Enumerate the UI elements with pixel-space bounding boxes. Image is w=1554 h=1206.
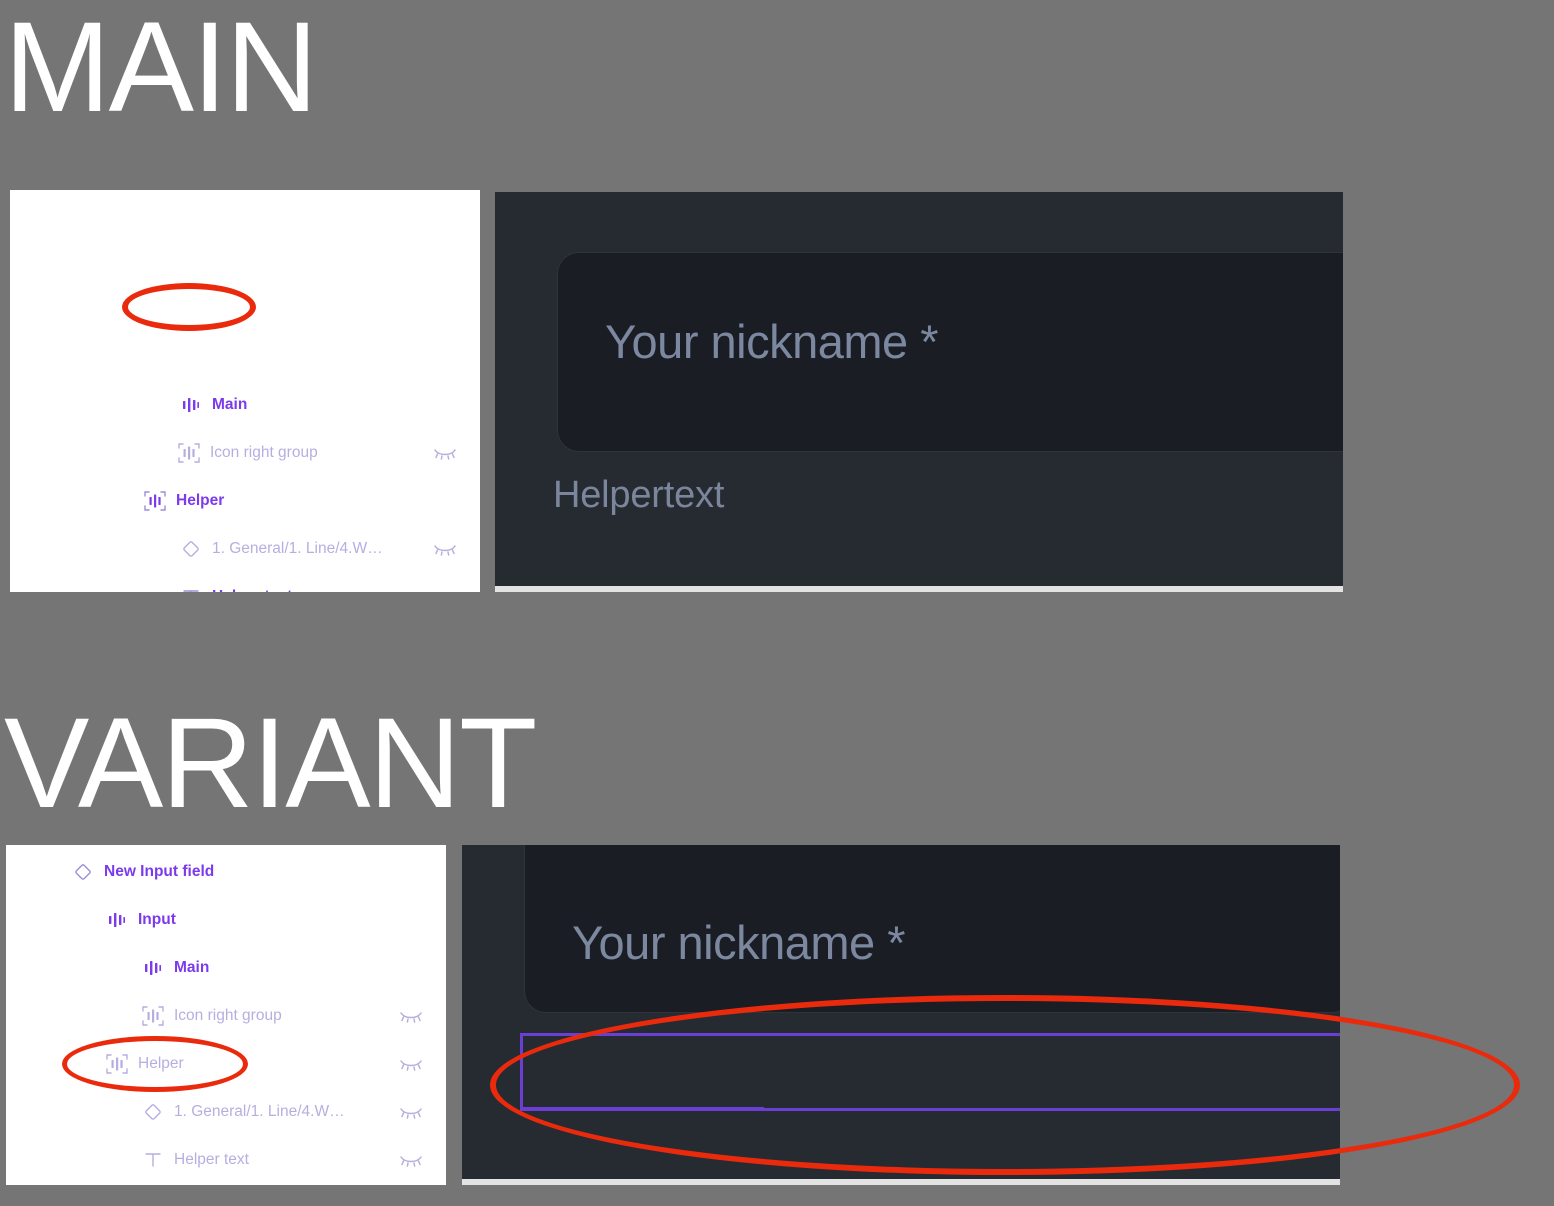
- design-preview-main[interactable]: Your nickname * Helpertext: [495, 192, 1343, 592]
- layer-tree-panel-main[interactable]: Main Icon right group Helper 1. General/…: [10, 190, 480, 592]
- layer-row-new-input-field[interactable]: New Input field: [6, 855, 446, 889]
- section-title-main: MAIN: [4, 0, 318, 139]
- eye-hidden-icon[interactable]: [398, 1007, 424, 1025]
- layer-tree-main: Main Icon right group Helper 1. General/…: [10, 190, 480, 592]
- section-title-variant: VARIANT: [4, 692, 537, 835]
- eye-hidden-icon[interactable]: [398, 1103, 424, 1121]
- layer-row-label: 1. General/1. Line/4.W…: [174, 1103, 345, 1121]
- component-frame-icon: [142, 490, 168, 512]
- layer-row-main-variant[interactable]: Main: [6, 951, 446, 985]
- layer-row-helper-text[interactable]: Helper text: [10, 580, 480, 592]
- layer-row-label: Helper text: [212, 589, 292, 592]
- eye-hidden-icon[interactable]: [432, 444, 458, 462]
- design-preview-variant[interactable]: Your nickname *: [462, 845, 1340, 1185]
- layer-row-label: Helper: [138, 1055, 184, 1073]
- nickname-placeholder-variant: Your nickname *: [572, 916, 906, 969]
- layer-row-label: Icon right group: [210, 444, 318, 462]
- helper-selection-underline: [520, 1107, 764, 1110]
- layer-row-general-line-w[interactable]: 1. General/1. Line/4.W…: [10, 532, 480, 566]
- helper-selection-outline[interactable]: [520, 1033, 1340, 1111]
- auto-layout-icon: [178, 394, 204, 416]
- text-icon: [178, 586, 204, 592]
- layer-row-helper[interactable]: Helper: [10, 484, 480, 518]
- component-instance-icon: [70, 861, 96, 883]
- eye-hidden-icon[interactable]: [398, 1055, 424, 1073]
- eye-hidden-icon[interactable]: [398, 1151, 424, 1169]
- layer-row-label: Helper: [176, 492, 225, 510]
- layer-row-label: Main: [212, 396, 248, 414]
- layer-tree-panel-variant[interactable]: New Input field Input Main Icon right gr…: [6, 845, 446, 1185]
- text-icon: [140, 1149, 166, 1171]
- layer-row-label: 1. General/1. Line/4.W…: [212, 540, 383, 558]
- helper-text-main: Helpertext: [553, 474, 725, 516]
- layer-row-general-line-w-variant[interactable]: 1. General/1. Line/4.W…: [6, 1095, 446, 1129]
- component-frame-icon: [104, 1053, 130, 1075]
- layer-row-main[interactable]: Main: [10, 388, 480, 422]
- layer-row-helper-text-variant[interactable]: Helper text: [6, 1143, 446, 1177]
- component-frame-icon: [176, 442, 202, 464]
- component-instance-icon: [178, 538, 204, 560]
- layer-row-input[interactable]: Input: [6, 903, 446, 937]
- component-instance-icon: [140, 1101, 166, 1123]
- layer-row-icon-right-group[interactable]: Icon right group: [10, 436, 480, 470]
- panel-bottom-strip: [495, 586, 1343, 592]
- eye-hidden-icon[interactable]: [432, 540, 458, 558]
- layer-row-label: Helper text: [174, 1151, 249, 1169]
- panel-bottom-strip: [462, 1179, 1340, 1185]
- auto-layout-icon: [140, 957, 166, 979]
- layer-row-label: New Input field: [104, 863, 215, 881]
- layer-row-label: Input: [138, 911, 176, 929]
- component-frame-icon: [140, 1005, 166, 1027]
- layer-row-icon-right-group-variant[interactable]: Icon right group: [6, 999, 446, 1033]
- layer-row-helper-variant[interactable]: Helper: [6, 1047, 446, 1081]
- layer-row-label: Icon right group: [174, 1007, 282, 1025]
- layer-tree-variant: New Input field Input Main Icon right gr…: [6, 845, 446, 1185]
- auto-layout-icon: [104, 909, 130, 931]
- nickname-placeholder-main: Your nickname *: [605, 315, 939, 368]
- layer-row-label: Main: [174, 959, 210, 977]
